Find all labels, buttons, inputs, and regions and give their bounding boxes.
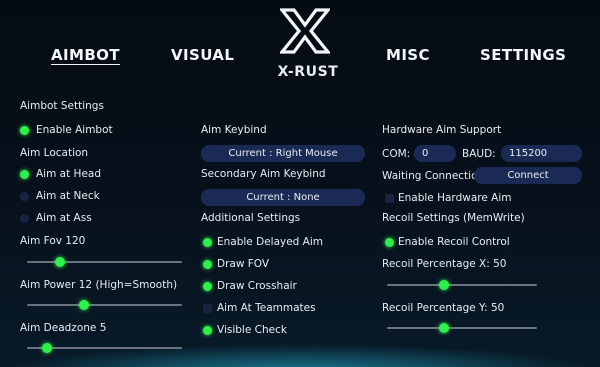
aim-neck-radio[interactable] xyxy=(20,192,29,201)
slider-track[interactable] xyxy=(387,327,537,329)
brand-name: X-RUST xyxy=(277,64,339,80)
slider-track[interactable] xyxy=(27,304,182,306)
com-label: COM: xyxy=(382,148,411,160)
app-window: AIMBOT VISUAL MISC SETTINGS X-RUST Aimbo… xyxy=(0,0,600,367)
aim-deadzone-label: Aim Deadzone 5 xyxy=(20,322,107,334)
aim-power-slider[interactable] xyxy=(27,300,182,310)
enable-aimbot-checkbox[interactable] xyxy=(20,126,29,135)
aimbot-settings-title: Aimbot Settings xyxy=(20,100,104,112)
aim-teammates-label: Aim At Teammates xyxy=(217,302,316,314)
recoil-y-slider[interactable] xyxy=(387,323,537,333)
recoil-x-label: Recoil Percentage X: 50 xyxy=(382,258,507,270)
connect-button[interactable]: Connect xyxy=(474,167,582,184)
draw-fov-label: Draw FOV xyxy=(217,258,270,270)
recoil-y-label: Recoil Percentage Y: 50 xyxy=(382,302,505,314)
delayed-aim-checkbox[interactable] xyxy=(203,238,212,247)
slider-handle[interactable] xyxy=(42,343,53,353)
secondary-keybind-button[interactable]: Current : None xyxy=(201,189,365,206)
draw-crosshair-label: Draw Crosshair xyxy=(217,280,297,292)
slider-handle[interactable] xyxy=(439,280,449,290)
slider-handle[interactable] xyxy=(439,323,449,333)
visible-check-label: Visible Check xyxy=(217,324,287,336)
tab-aimbot[interactable]: AIMBOT xyxy=(51,46,120,64)
delayed-aim-label: Enable Delayed Aim xyxy=(217,236,324,248)
draw-crosshair-checkbox[interactable] xyxy=(203,282,212,291)
aim-ass-label: Aim at Ass xyxy=(36,212,92,224)
slider-handle[interactable] xyxy=(79,300,90,310)
aim-location-title: Aim Location xyxy=(20,147,89,159)
tab-visual[interactable]: VISUAL xyxy=(171,46,234,64)
tab-misc[interactable]: MISC xyxy=(386,46,430,64)
draw-fov-checkbox[interactable] xyxy=(203,260,212,269)
aim-keybind-title: Aim Keybind xyxy=(201,124,267,136)
aim-fov-label: Aim Fov 120 xyxy=(20,235,86,247)
x-logo-icon xyxy=(280,8,330,54)
aim-head-label: Aim at Head xyxy=(36,168,102,180)
baud-input[interactable]: 115200 xyxy=(501,145,582,162)
slider-track[interactable] xyxy=(27,261,182,263)
hardware-aim-checkbox[interactable] xyxy=(385,194,394,203)
slider-handle[interactable] xyxy=(54,257,65,267)
hardware-aim-title: Hardware Aim Support xyxy=(382,124,502,136)
aim-power-label: Aim Power 12 (High=Smooth) xyxy=(20,279,178,291)
recoil-control-checkbox[interactable] xyxy=(385,238,394,247)
enable-aimbot-label: Enable Aimbot xyxy=(36,124,113,136)
slider-track[interactable] xyxy=(387,284,537,286)
visible-check-checkbox[interactable] xyxy=(203,326,212,335)
aim-neck-label: Aim at Neck xyxy=(36,190,100,202)
waiting-connection-label: Waiting Connection xyxy=(382,170,485,182)
com-input[interactable]: 0 xyxy=(414,145,456,162)
additional-settings-title: Additional Settings xyxy=(201,212,301,224)
hardware-aim-label: Enable Hardware Aim xyxy=(398,192,512,204)
recoil-x-slider[interactable] xyxy=(387,280,537,290)
baud-label: BAUD: xyxy=(462,148,496,160)
secondary-keybind-title: Secondary Aim Keybind xyxy=(201,168,326,180)
aim-ass-radio[interactable] xyxy=(20,214,29,223)
recoil-settings-title: Recoil Settings (MemWrite) xyxy=(382,212,525,224)
aim-keybind-button[interactable]: Current : Right Mouse xyxy=(201,145,365,162)
aim-deadzone-slider[interactable] xyxy=(27,343,182,353)
aim-teammates-checkbox[interactable] xyxy=(203,304,212,313)
aim-fov-slider[interactable] xyxy=(27,257,182,267)
tab-settings[interactable]: SETTINGS xyxy=(480,46,566,64)
aim-head-radio[interactable] xyxy=(20,170,29,179)
recoil-control-label: Enable Recoil Control xyxy=(398,236,510,248)
